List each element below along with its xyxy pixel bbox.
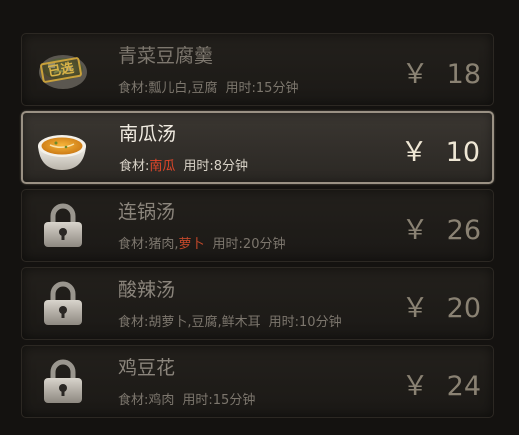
currency-symbol: ￥: [401, 59, 429, 90]
dish-info: 食材:鸡肉 用时:15分钟: [118, 389, 255, 408]
pumpkin-soup-bowl-icon: [35, 124, 89, 174]
dish-row-chicken-douhua[interactable]: 鸡豆花 食材:鸡肉 用时:15分钟 ￥ 24: [21, 345, 494, 418]
price-value: 20: [446, 293, 481, 324]
dish-price: ￥ 24: [402, 364, 481, 403]
price-value: 24: [446, 371, 481, 402]
currency-symbol: ￥: [401, 215, 429, 246]
ingredient-text-highlight: 南瓜: [149, 159, 176, 174]
price-value: 18: [446, 59, 481, 90]
cook-time: 用时:8分钟: [183, 159, 249, 174]
ingredient-text-highlight: 萝卜: [178, 237, 205, 252]
padlock-icon: [36, 201, 90, 251]
dish-name: 酸辣汤: [118, 279, 176, 301]
ingredient-text: 鸡肉: [148, 393, 175, 408]
cook-time: 用时:15分钟: [225, 81, 299, 96]
currency-symbol: ￥: [401, 371, 429, 402]
dish-name: 青菜豆腐羹: [118, 45, 214, 67]
ingredients-label: 食材:: [119, 159, 150, 174]
dish-name: 南瓜汤: [119, 123, 177, 145]
padlock-icon: [36, 357, 90, 407]
padlock-icon: [36, 279, 90, 329]
ingredient-text: 胡萝卜,豆腐,鲜木耳: [148, 315, 261, 330]
dish-info: 食材:瓢儿白,豆腐 用时:15分钟: [118, 77, 298, 96]
dish-row-hot-sour-soup[interactable]: 酸辣汤 食材:胡萝卜,豆腐,鲜木耳 用时:10分钟 ￥ 20: [21, 267, 494, 340]
price-value: 10: [445, 137, 480, 168]
dish-info: 食材:猪肉,萝卜 用时:20分钟: [118, 233, 285, 252]
cook-time: 用时:15分钟: [182, 393, 256, 408]
ingredient-text: 猪肉,: [148, 237, 179, 252]
dish-name: 连锅汤: [118, 201, 176, 223]
dish-row-tofu-soup[interactable]: 已选 青菜豆腐羹 食材:瓢儿白,豆腐 用时:15分钟 ￥ 18: [21, 33, 494, 106]
dish-info: 食材:南瓜 用时:8分钟: [119, 155, 248, 174]
ingredients-label: 食材:: [118, 393, 149, 408]
ingredients-label: 食材:: [118, 81, 149, 96]
dish-info: 食材:胡萝卜,豆腐,鲜木耳 用时:10分钟: [118, 311, 342, 330]
dish-select-screen: { "dishes": [ { "name": "青菜豆腐羹", "ingred…: [0, 0, 519, 435]
dish-price: ￥ 10: [401, 130, 480, 169]
dish-price: ￥ 20: [402, 286, 481, 325]
dish-name: 鸡豆花: [118, 357, 176, 379]
cook-time: 用时:10分钟: [268, 315, 342, 330]
ingredients-label: 食材:: [118, 315, 149, 330]
ingredient-text: 瓢儿白,豆腐: [148, 81, 218, 96]
cook-time: 用时:20分钟: [212, 237, 286, 252]
dish-row-pumpkin-soup[interactable]: 南瓜汤 食材:南瓜 用时:8分钟 ￥ 10: [21, 111, 494, 184]
dish-row-lianguo-soup[interactable]: 连锅汤 食材:猪肉,萝卜 用时:20分钟 ￥ 26: [21, 189, 494, 262]
price-value: 26: [446, 215, 481, 246]
dish-price: ￥ 26: [402, 208, 481, 247]
currency-symbol: ￥: [401, 293, 429, 324]
currency-symbol: ￥: [400, 137, 428, 168]
dish-list: 已选 青菜豆腐羹 食材:瓢儿白,豆腐 用时:15分钟 ￥ 18 南瓜汤 食材:南瓜用…: [21, 33, 494, 423]
dish-price: ￥ 18: [402, 52, 481, 91]
ingredients-label: 食材:: [118, 237, 149, 252]
